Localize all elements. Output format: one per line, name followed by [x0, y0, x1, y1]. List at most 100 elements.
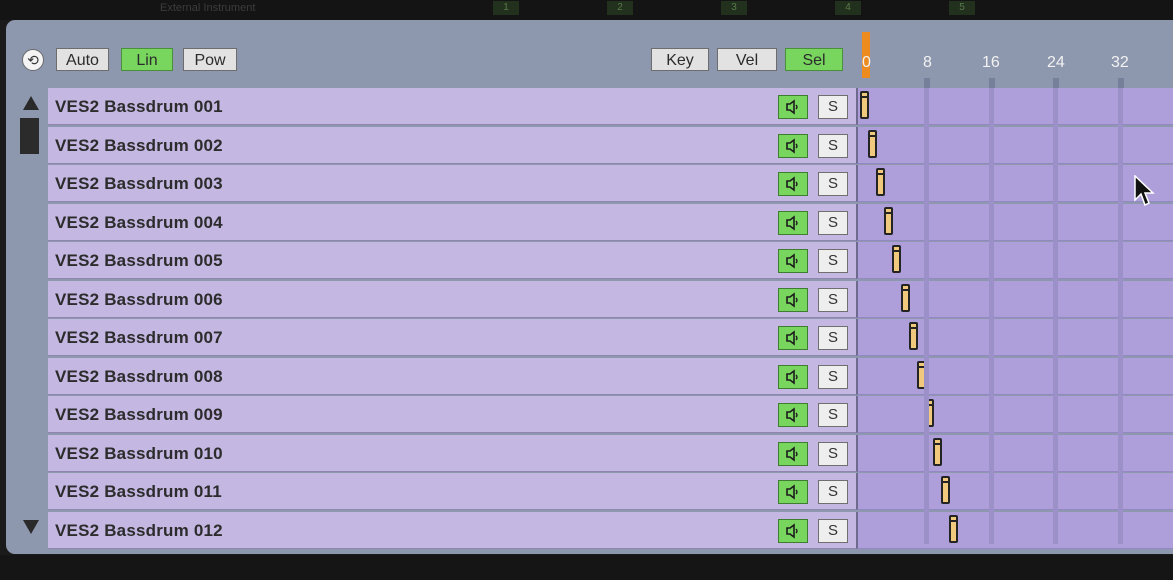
track-row[interactable]: VES2 Bassdrum 012 S: [48, 511, 1173, 549]
note-lane[interactable]: [856, 165, 1173, 202]
midi-note[interactable]: [941, 476, 950, 504]
track-name-label: VES2 Bassdrum 010: [55, 443, 223, 463]
scroll-thumb[interactable]: [20, 118, 39, 154]
track-name-cell[interactable]: VES2 Bassdrum 008: [48, 357, 856, 395]
key-button[interactable]: Key: [651, 48, 709, 71]
track-name-label: VES2 Bassdrum 006: [55, 289, 223, 309]
midi-note[interactable]: [892, 245, 902, 273]
track-row[interactable]: VES2 Bassdrum 006 S: [48, 280, 1173, 318]
speaker-icon[interactable]: [778, 172, 808, 196]
solo-button[interactable]: S: [818, 326, 848, 350]
beat-gridline: [1053, 88, 1058, 544]
track-row[interactable]: VES2 Bassdrum 004 S: [48, 203, 1173, 241]
speaker-icon[interactable]: [778, 364, 808, 389]
solo-button[interactable]: S: [818, 480, 848, 504]
midi-note[interactable]: [949, 514, 959, 543]
note-lane[interactable]: [856, 396, 1173, 433]
track-name-cell[interactable]: VES2 Bassdrum 003: [48, 165, 856, 202]
lin-button[interactable]: Lin: [121, 48, 173, 71]
track-name-label: VES2 Bassdrum 003: [55, 174, 223, 193]
track-name-cell[interactable]: VES2 Bassdrum 006: [48, 280, 856, 318]
solo-button[interactable]: S: [818, 172, 848, 196]
track-name-cell[interactable]: VES2 Bassdrum 002: [48, 126, 856, 164]
track-name-cell[interactable]: VES2 Bassdrum 001: [48, 88, 856, 125]
track-row[interactable]: VES2 Bassdrum 009 S: [48, 396, 1173, 433]
beat-gridline: [989, 88, 994, 544]
midi-note[interactable]: [884, 206, 894, 235]
midi-note[interactable]: [932, 437, 942, 466]
track-name-label: VES2 Bassdrum 007: [55, 328, 223, 347]
speaker-icon[interactable]: [778, 95, 808, 119]
solo-button[interactable]: S: [818, 249, 848, 273]
solo-button[interactable]: S: [818, 441, 848, 466]
auto-button[interactable]: Auto: [56, 48, 109, 71]
solo-button[interactable]: S: [818, 133, 848, 158]
background-toolbar-strip: External Instrument 1 2 3 4 5: [0, 0, 1173, 20]
scroll-down-arrow-icon[interactable]: [23, 520, 39, 534]
track-row[interactable]: VES2 Bassdrum 007 S: [48, 319, 1173, 356]
speaker-icon[interactable]: [778, 133, 808, 158]
track-name-cell[interactable]: VES2 Bassdrum 011: [48, 473, 856, 510]
scene-number: 1: [493, 1, 519, 15]
track-row[interactable]: VES2 Bassdrum 008 S: [48, 357, 1173, 395]
solo-button[interactable]: S: [818, 287, 848, 312]
speaker-icon[interactable]: [778, 403, 808, 427]
note-lane[interactable]: [856, 473, 1173, 510]
track-row[interactable]: VES2 Bassdrum 002 S: [48, 126, 1173, 164]
speaker-icon[interactable]: [778, 480, 808, 504]
solo-button[interactable]: S: [818, 518, 848, 543]
track-row[interactable]: VES2 Bassdrum 001 S: [48, 88, 1173, 125]
note-lane[interactable]: [856, 203, 1173, 241]
midi-note[interactable]: [876, 168, 886, 196]
ruler-label: 32: [1111, 54, 1129, 71]
track-name-cell[interactable]: VES2 Bassdrum 009: [48, 396, 856, 433]
track-name-cell[interactable]: VES2 Bassdrum 005: [48, 242, 856, 279]
track-row[interactable]: VES2 Bassdrum 005 S: [48, 242, 1173, 279]
ruler-tick: [1053, 78, 1059, 88]
solo-button[interactable]: S: [818, 95, 848, 119]
sel-button[interactable]: Sel: [785, 48, 843, 71]
track-row[interactable]: VES2 Bassdrum 010 S: [48, 434, 1173, 472]
beat-gridline: [924, 88, 929, 544]
note-lane[interactable]: [856, 434, 1173, 472]
midi-note[interactable]: [868, 129, 878, 158]
track-name-label: VES2 Bassdrum 001: [55, 97, 223, 116]
track-row[interactable]: VES2 Bassdrum 003 S: [48, 165, 1173, 202]
solo-button[interactable]: S: [818, 364, 848, 389]
vel-button[interactable]: Vel: [717, 48, 777, 71]
track-name-cell[interactable]: VES2 Bassdrum 012: [48, 511, 856, 549]
track-name-cell[interactable]: VES2 Bassdrum 007: [48, 319, 856, 356]
note-lane[interactable]: [856, 511, 1173, 549]
track-name-label: VES2 Bassdrum 004: [55, 212, 223, 232]
solo-button[interactable]: S: [818, 210, 848, 235]
speaker-icon[interactable]: [778, 287, 808, 312]
midi-note[interactable]: [860, 91, 869, 119]
speaker-icon[interactable]: [778, 326, 808, 350]
solo-button[interactable]: S: [818, 403, 848, 427]
ruler-label: 16: [982, 54, 1000, 71]
speaker-icon[interactable]: [778, 518, 808, 543]
track-scrollbar[interactable]: [14, 88, 47, 544]
speaker-icon[interactable]: [778, 249, 808, 273]
track-name-label: VES2 Bassdrum 011: [55, 482, 222, 501]
note-lane[interactable]: [856, 357, 1173, 395]
note-lane[interactable]: [856, 280, 1173, 318]
note-lane[interactable]: [856, 88, 1173, 125]
speaker-icon[interactable]: [778, 210, 808, 235]
scene-number: 4: [835, 1, 861, 15]
ruler-tick: [1118, 78, 1124, 88]
note-lane[interactable]: [856, 319, 1173, 356]
track-row[interactable]: VES2 Bassdrum 011 S: [48, 473, 1173, 510]
track-name-cell[interactable]: VES2 Bassdrum 010: [48, 434, 856, 472]
note-lane[interactable]: [856, 242, 1173, 279]
background-bottom-strip: [0, 555, 1173, 580]
midi-note[interactable]: [900, 283, 910, 312]
midi-note[interactable]: [908, 322, 918, 350]
speaker-icon[interactable]: [778, 441, 808, 466]
ruler-tick: [989, 78, 995, 88]
fold-toggle-icon[interactable]: ⟲: [22, 49, 44, 71]
note-lane[interactable]: [856, 126, 1173, 164]
track-name-cell[interactable]: VES2 Bassdrum 004: [48, 203, 856, 241]
pow-button[interactable]: Pow: [183, 48, 237, 71]
scroll-up-arrow-icon[interactable]: [23, 96, 39, 110]
